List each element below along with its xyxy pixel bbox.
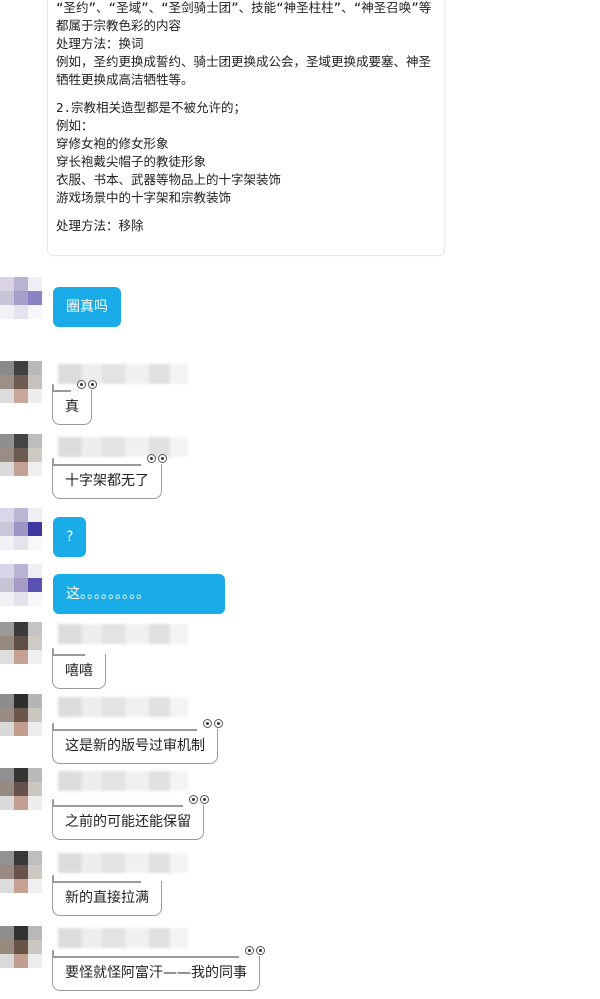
doc-line: 例如： bbox=[56, 118, 94, 133]
message-bubble[interactable]: ? bbox=[53, 517, 87, 557]
avatar[interactable] bbox=[0, 434, 42, 476]
avatar[interactable] bbox=[0, 564, 42, 606]
cartoon-eyes-icon bbox=[147, 452, 169, 466]
cartoon-eyes-icon bbox=[203, 717, 225, 731]
avatar[interactable] bbox=[0, 851, 42, 893]
message-text: 嘻嘻 bbox=[65, 663, 93, 679]
avatar[interactable] bbox=[0, 361, 42, 403]
doc-line: 处理方法：换词 bbox=[56, 36, 144, 51]
avatar[interactable] bbox=[0, 277, 42, 319]
doc-line: 穿修女袍的修女形象 bbox=[56, 136, 169, 151]
message-text: 圈真吗 bbox=[66, 299, 108, 315]
message-bubble[interactable]: 十字架都无了 bbox=[51, 454, 167, 499]
message-text: 十字架都无了 bbox=[65, 473, 149, 489]
doc-line: “圣约”、“圣域”、“圣剑骑士团”、技能“神圣柱柱”、“神圣召唤”等 bbox=[56, 0, 432, 15]
message-bubble[interactable]: 嘻嘻 bbox=[51, 648, 106, 689]
doc-line: 游戏场景中的十字架和宗教装饰 bbox=[56, 190, 232, 205]
doc-line: 衣服、书本、武器等物品上的十字架装饰 bbox=[56, 172, 282, 187]
message-bubble[interactable]: 这是新的版号过审机制 bbox=[51, 719, 223, 764]
message-bubble[interactable]: 真 bbox=[51, 380, 97, 425]
sender-name bbox=[58, 771, 188, 791]
doc-line: 例如，圣约更换成誓约、骑士团更换成公会，圣域更换成要塞、神圣 bbox=[56, 54, 432, 69]
sender-name bbox=[58, 697, 188, 717]
sender-name bbox=[58, 928, 188, 948]
avatar[interactable] bbox=[0, 694, 42, 736]
document-message-card: “圣约”、“圣域”、“圣剑骑士团”、技能“神圣柱柱”、“神圣召唤”等 都属于宗教… bbox=[47, 0, 445, 256]
doc-line: 都属于宗教色彩的内容 bbox=[56, 18, 182, 33]
avatar[interactable] bbox=[0, 768, 42, 810]
doc-handling-line: 处理方法：移除 bbox=[56, 218, 144, 233]
avatar[interactable] bbox=[0, 622, 42, 664]
avatar[interactable] bbox=[0, 508, 42, 550]
message-bubble[interactable]: 圈真吗 bbox=[53, 287, 121, 327]
doc-line: 2.宗教相关造型都是不被允许的； bbox=[56, 100, 247, 115]
message-bubble[interactable]: 之前的可能还能保留 bbox=[51, 795, 209, 840]
cartoon-eyes-icon bbox=[189, 793, 211, 807]
sender-name bbox=[58, 853, 188, 873]
doc-line: 牺牲更换成高洁牺牲等。 bbox=[56, 72, 194, 87]
cartoon-eyes-icon bbox=[77, 378, 99, 392]
avatar[interactable] bbox=[0, 926, 42, 968]
sender-name bbox=[58, 624, 188, 644]
message-text: 之前的可能还能保留 bbox=[65, 814, 191, 830]
message-bubble[interactable]: 新的直接拉满 bbox=[51, 875, 162, 916]
message-bubble[interactable]: 要怪就怪阿富汗——我的同事 bbox=[51, 946, 265, 991]
message-text: ? bbox=[66, 529, 74, 545]
message-bubble[interactable]: 这。。。。。。。。。 bbox=[53, 574, 225, 614]
message-text: 新的直接拉满 bbox=[65, 890, 149, 906]
doc-line: 穿长袍戴尖帽子的教徒形象 bbox=[56, 154, 207, 169]
message-text: 真 bbox=[65, 399, 79, 415]
message-text: 这。。。。。。。。。 bbox=[66, 586, 150, 602]
message-text: 要怪就怪阿富汗——我的同事 bbox=[65, 965, 247, 981]
cartoon-eyes-icon bbox=[245, 944, 267, 958]
message-text: 这是新的版号过审机制 bbox=[65, 738, 205, 754]
